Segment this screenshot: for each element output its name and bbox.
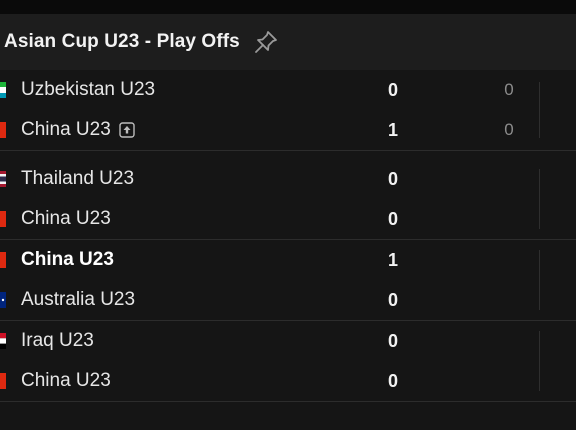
top-bar (0, 0, 576, 14)
team-score: 1 (387, 119, 398, 140)
flag-china-icon (0, 252, 6, 268)
flag-uzbekistan-icon (0, 82, 6, 98)
aggregate-score: 0 (504, 80, 514, 99)
flag-iraq-icon (0, 333, 6, 349)
pin-icon[interactable] (252, 28, 280, 56)
team-row-home: Iraq U23 0 (0, 321, 576, 361)
column-divider (539, 331, 540, 391)
advanced-icon (119, 122, 135, 138)
match-row[interactable]: Uzbekistan U23 0 0 China U23 1 0 (0, 70, 576, 151)
flag-china-icon (0, 211, 6, 227)
column-divider (539, 250, 540, 310)
team-name: China U23 (21, 208, 111, 229)
flag-thailand-icon (0, 171, 6, 187)
team-name: China U23 (21, 249, 114, 270)
flag-china-icon (0, 122, 6, 138)
match-row[interactable]: Iraq U23 0 China U23 0 (0, 321, 576, 402)
flag-australia-icon (0, 292, 6, 308)
team-score: 0 (387, 289, 398, 310)
team-row-away: Australia U23 0 (0, 280, 576, 320)
team-row-home: China U23 1 (0, 240, 576, 280)
team-name: Uzbekistan U23 (21, 79, 156, 100)
flag-china-icon (0, 373, 6, 389)
team-row-home: Uzbekistan U23 0 0 (0, 70, 576, 110)
match-row[interactable]: China U23 1 Australia U23 0 (0, 240, 576, 321)
team-score: 0 (387, 168, 398, 189)
team-score: 0 (387, 79, 398, 100)
team-score: 0 (387, 330, 398, 351)
team-name: China U23 (21, 119, 111, 140)
team-row-away: China U23 0 (0, 361, 576, 401)
team-name-wrap: China U23 (21, 119, 135, 141)
team-name: Thailand U23 (21, 168, 135, 189)
aggregate-score: 0 (504, 120, 514, 139)
team-row-home: Thailand U23 0 (0, 159, 576, 199)
match-row[interactable]: Thailand U23 0 China U23 0 (0, 159, 576, 240)
team-row-away: China U23 0 (0, 199, 576, 239)
team-name: Iraq U23 (21, 330, 94, 351)
team-name: Australia U23 (21, 289, 136, 310)
team-score: 0 (387, 208, 398, 229)
column-divider (539, 82, 540, 138)
team-score: 1 (387, 249, 398, 270)
competition-header[interactable]: Asian Cup U23 - Play Offs (0, 14, 576, 70)
team-row-away: China U23 1 0 (0, 110, 576, 150)
match-list: Uzbekistan U23 0 0 China U23 1 0 Thailan… (0, 70, 576, 402)
competition-title: Asian Cup U23 - Play Offs (4, 31, 240, 52)
team-score: 0 (387, 370, 398, 391)
team-name: China U23 (21, 370, 111, 391)
column-divider (539, 169, 540, 229)
